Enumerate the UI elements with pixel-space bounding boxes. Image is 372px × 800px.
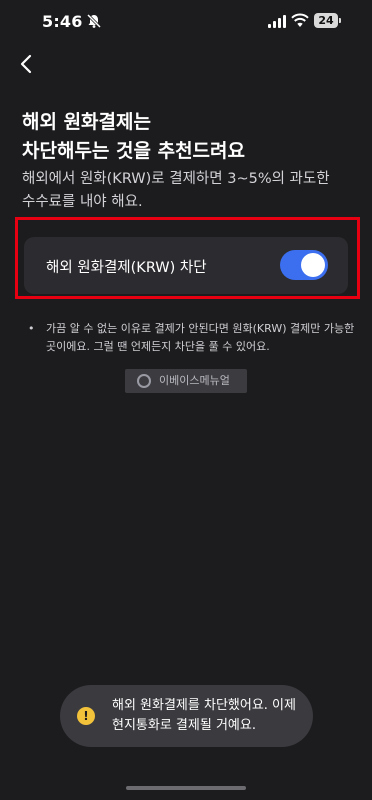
note-bullet: • (28, 322, 35, 335)
status-bar: 5:46 24 (0, 0, 372, 44)
battery-icon: 24 (314, 13, 338, 28)
watermark: 이베이스메뉴얼 (125, 369, 247, 393)
silent-bell-icon (86, 13, 102, 29)
toast-text: 해외 원화결제를 차단했어요. 이제 현지통화로 결제될 거예요. (112, 696, 296, 736)
cellular-signal-icon (268, 15, 286, 28)
toast-message: ! 해외 원화결제를 차단했어요. 이제 현지통화로 결제될 거예요. (60, 685, 313, 747)
wifi-icon (291, 13, 309, 27)
note-text: 가끔 알 수 없는 이유로 결제가 안된다면 원화(KRW) 결제만 가능한 곳… (46, 320, 364, 356)
title-line-2: 차단해두는 것을 추천드려요 (22, 140, 245, 162)
toast-line-2: 현지통화로 결제될 거예요. (112, 718, 256, 733)
krw-block-toggle[interactable] (280, 250, 328, 280)
battery-tip (339, 18, 341, 23)
toast-line-1: 해외 원화결제를 차단했어요. 이제 (112, 698, 296, 713)
description-line-1: 해외에서 원화(KRW)로 결제하면 3~5%의 과도한 (22, 171, 330, 187)
title-line-1: 해외 원화결제는 (22, 111, 151, 133)
krw-block-setting[interactable]: 해외 원화결제(KRW) 차단 (24, 237, 348, 294)
setting-label: 해외 원화결제(KRW) 차단 (46, 260, 207, 276)
watermark-text: 이베이스메뉴얼 (159, 374, 230, 387)
page-description: 해외에서 원화(KRW)로 결제하면 3~5%의 과도한 수수료를 내야 해요. (22, 168, 352, 214)
description-line-2: 수수료를 내야 해요. (22, 194, 143, 210)
watermark-logo-icon (137, 374, 151, 388)
warning-icon: ! (77, 707, 95, 725)
toggle-knob (301, 253, 325, 277)
back-arrow-icon[interactable] (16, 52, 38, 76)
home-indicator (126, 786, 246, 790)
note-line-1: 가끔 알 수 없는 이유로 결제가 안된다면 원화(KRW) 결제만 가능한 (46, 322, 355, 335)
page-title: 해외 원화결제는 차단해두는 것을 추천드려요 (22, 108, 245, 166)
note-line-2: 곳이에요. 그럴 땐 언제든지 차단을 풀 수 있어요. (46, 340, 270, 353)
status-time: 5:46 (42, 12, 83, 31)
